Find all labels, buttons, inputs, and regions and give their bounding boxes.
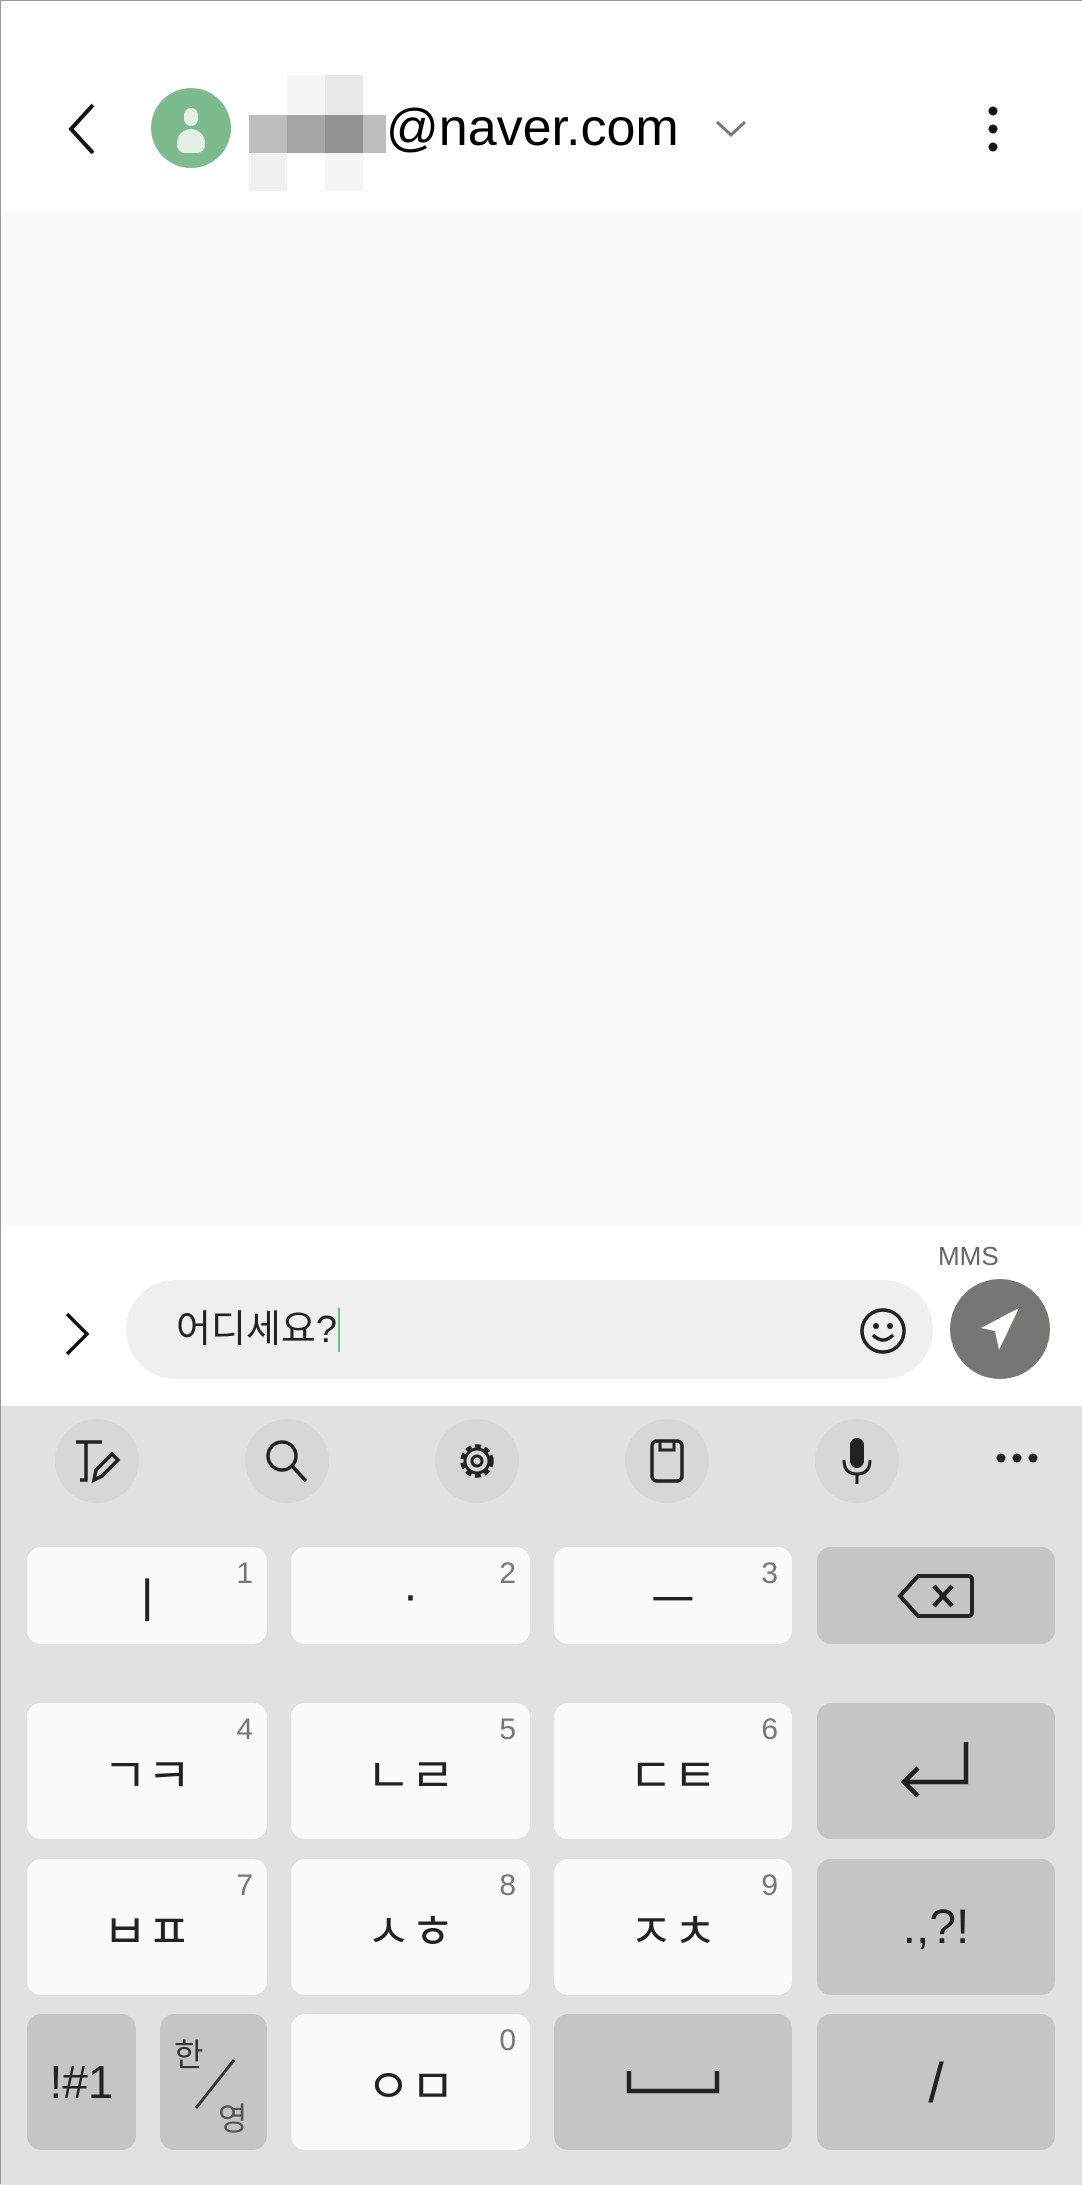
key-label: ㅂㅍ [102, 1906, 192, 1959]
microphone-icon [842, 1438, 872, 1484]
key-number: 3 [761, 1557, 778, 1590]
key-label: ㅈㅊ [628, 1906, 718, 1959]
key-number: 0 [499, 2024, 516, 2057]
clipboard-button[interactable] [625, 1419, 709, 1503]
key-label: .,?! [902, 1900, 970, 1954]
key-number: 2 [499, 1557, 516, 1590]
message-input-text: 어디세요? [176, 1308, 340, 1352]
slash-key[interactable]: / [817, 2014, 1055, 2150]
key-label: !#1 [49, 2056, 114, 2108]
text-edit-icon [76, 1440, 121, 1484]
clipboard-icon [650, 1439, 684, 1483]
send-button[interactable] [950, 1279, 1050, 1379]
enter-icon [900, 1742, 969, 1798]
key-8[interactable]: ㅅㅎ 8 [291, 1859, 530, 1995]
key-label: ㅇㅁ [366, 2061, 455, 2114]
key-label-bottom: 영 [218, 2101, 248, 2137]
key-label: ㄱㅋ [102, 1750, 192, 1803]
more-options-icon[interactable] [981, 105, 1005, 153]
search-icon [266, 1440, 308, 1483]
more-icon[interactable] [995, 1451, 1039, 1465]
keyboard: ㅣ1 · 2 ㅡ3 ㄱㅋ 4 ㄴㄹ 5 ㄷㅌ 6 ㅂㅍ 7 ㅅㅎ 8 ㅈㅊ 9 .,?! !#… [1, 1406, 1082, 2185]
compose-bar: MMS 어디세요? [1, 1226, 1082, 1406]
chevron-right-icon[interactable] [63, 1311, 93, 1357]
search-button[interactable] [245, 1419, 329, 1503]
key-7[interactable]: ㅂㅍ 7 [27, 1859, 267, 1995]
key-label: ㅣ [124, 1574, 170, 1628]
symbols-key[interactable]: !#1 [27, 2014, 136, 2150]
key-2[interactable]: · 2 [291, 1547, 530, 1644]
settings-button[interactable] [435, 1419, 519, 1503]
backspace-key[interactable] [817, 1547, 1055, 1644]
key-6[interactable]: ㄷㅌ 6 [554, 1703, 792, 1839]
person-icon [184, 108, 198, 126]
emoji-icon[interactable] [858, 1306, 908, 1356]
settings-icon [460, 1444, 494, 1478]
key-label: ㅅㅎ [366, 1906, 455, 1959]
redacted-name [249, 75, 386, 191]
key-9[interactable]: ㅈㅊ 9 [554, 1859, 792, 1995]
punctuation-key[interactable]: .,?! [817, 1859, 1055, 1995]
space-icon [626, 2071, 720, 2094]
back-icon[interactable] [63, 101, 103, 157]
key-number: 9 [761, 1869, 778, 1902]
space-key[interactable] [554, 2014, 792, 2150]
app-header: @naver.com [1, 1, 1082, 211]
key-4[interactable]: ㄱㅋ 4 [27, 1703, 267, 1839]
key-label: · [402, 1569, 419, 1622]
send-icon [981, 1308, 1019, 1350]
key-number: 1 [236, 1557, 253, 1590]
key-number: 8 [499, 1869, 516, 1902]
key-number: 6 [761, 1713, 778, 1746]
key-number: 4 [236, 1713, 253, 1746]
key-label: ㅡ [650, 1574, 696, 1628]
key-3[interactable]: ㅡ3 [554, 1547, 792, 1644]
key-1[interactable]: ㅣ1 [27, 1547, 267, 1644]
message-type-label: MMS [938, 1241, 999, 1271]
text-edit-button[interactable] [55, 1419, 139, 1503]
chevron-down-icon[interactable] [715, 119, 747, 139]
message-list [1, 211, 1082, 1226]
key-label: ㄴㄹ [366, 1750, 455, 1803]
key-label: ㄷㅌ [628, 1750, 718, 1803]
message-input[interactable]: 어디세요? [126, 1280, 933, 1379]
key-5[interactable]: ㄴㄹ 5 [291, 1703, 530, 1839]
enter-key[interactable] [817, 1703, 1055, 1839]
avatar[interactable] [151, 88, 231, 168]
key-0[interactable]: ㅇㅁ 0 [291, 2014, 530, 2150]
voice-input-button[interactable] [815, 1419, 899, 1503]
key-label: / [928, 2050, 944, 2114]
recipient-email[interactable]: @naver.com [386, 98, 679, 158]
language-toggle-key[interactable]: 한 영 [160, 2014, 267, 2150]
backspace-icon [897, 1573, 974, 1618]
key-number: 7 [236, 1869, 253, 1902]
key-number: 5 [499, 1713, 516, 1746]
